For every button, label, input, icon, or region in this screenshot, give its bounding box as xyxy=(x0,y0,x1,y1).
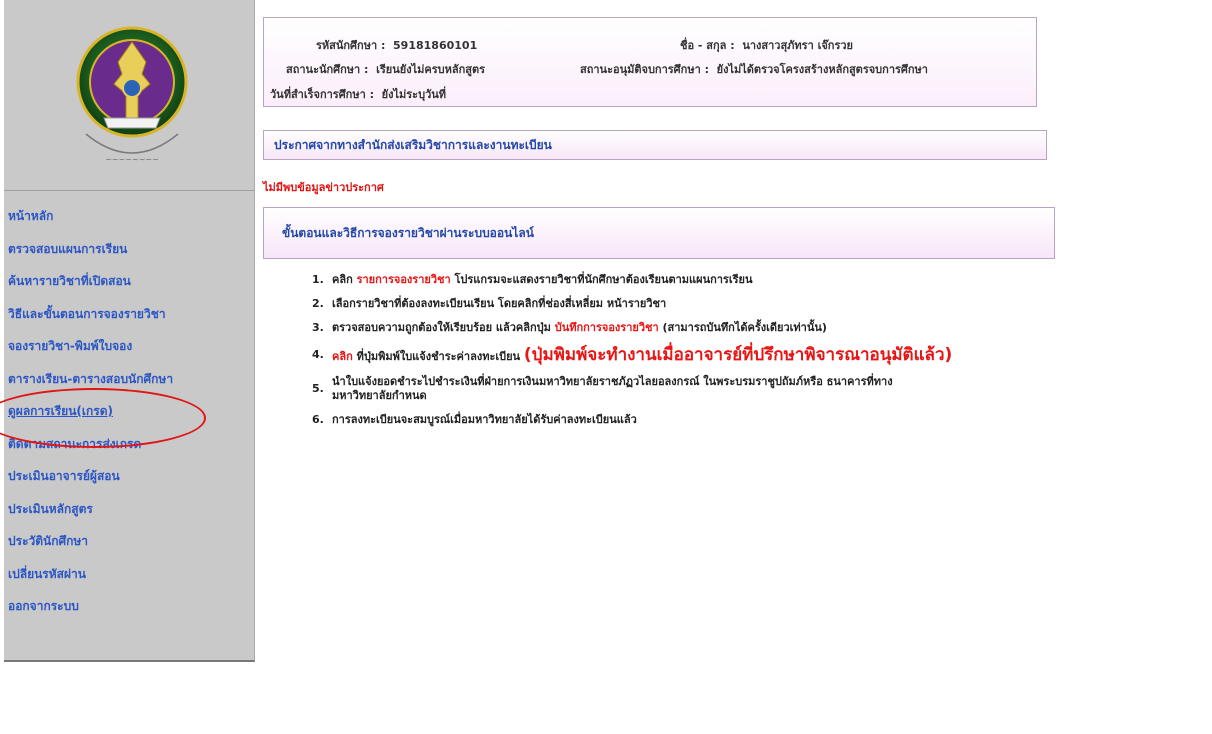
student-status-value: เรียนยังไม่ครบหลักสูตร xyxy=(376,63,486,76)
student-status-label: สถานะนักศึกษา : xyxy=(286,63,369,76)
sidebar-item-label: เปลี่ยนรหัสผ่าน xyxy=(8,566,86,581)
student-info-box: รหัสนักศึกษา : 59181860101 ชื่อ - สกุล :… xyxy=(263,17,1037,107)
step-number: 6. xyxy=(312,413,324,426)
step-item: 5. นำใบแจ้งยอดชำระไปชำระเงินที่ฝ่ายการเง… xyxy=(312,375,1072,403)
step-text: (สามารถบันทึกได้ครั้งเดียวเท่านั้น) xyxy=(658,321,827,334)
sidebar-item-label: ประวัตินักศึกษา xyxy=(8,534,89,548)
step-item: 2. เลือกรายวิชาที่ต้องลงทะเบียนเรียน โดย… xyxy=(312,297,1072,311)
student-name-row: ชื่อ - สกุล : นางสาวสุภัทรา เจ๊กรวย xyxy=(680,36,853,54)
approval-status-value: ยังไม่ได้ตรวจโครงสร้างหลักสูตรจบการศึกษา xyxy=(716,63,928,76)
sidebar-item-label: ค้นหารายวิชาที่เปิดสอน xyxy=(8,274,131,288)
step-text: ตรวจสอบความถูกต้องให้เรียบร้อย แล้วคลิกป… xyxy=(332,321,555,334)
step-item: 4. คลิก ที่ปุ่มพิมพ์ใบแจ้งชำระค่าลงทะเบี… xyxy=(312,345,1072,367)
sidebar-item-curriculum-evaluation[interactable]: ประเมินหลักสูตร xyxy=(4,499,254,532)
university-logo: ~~~~~~~~ xyxy=(76,26,188,164)
sidebar-item-logout[interactable]: ออกจากระบบ xyxy=(4,596,254,629)
step-text: คลิก xyxy=(332,273,357,286)
no-announcement-text: ไม่มีพบข้อมูลข่าวประกาศ xyxy=(263,181,384,194)
student-id-label: รหัสนักศึกษา : xyxy=(316,39,386,52)
print-notice-text: (ปุ่มพิมพ์จะทำงานเมื่ออาจารย์ที่ปรึกษาพิ… xyxy=(523,345,953,365)
step-text: ที่ปุ่มพิมพ์ใบแจ้งชำระค่าลงทะเบียน xyxy=(352,350,524,363)
step-number: 2. xyxy=(312,297,324,310)
student-id-value: 59181860101 xyxy=(393,39,478,52)
sidebar-item-grade-status[interactable]: ติดตามสถานะการส่งเกรด xyxy=(4,434,254,467)
step-item: 3. ตรวจสอบความถูกต้องให้เรียบร้อย แล้วคล… xyxy=(312,321,1072,335)
step-number: 3. xyxy=(312,321,324,334)
step-text: นำใบแจ้งยอดชำระไปชำระเงินที่ฝ่ายการเงินม… xyxy=(332,375,893,388)
click-print-link[interactable]: คลิก xyxy=(332,350,353,363)
sidebar-item-label: ติดตามสถานะการส่งเกรด xyxy=(8,436,142,451)
sidebar-item-change-password[interactable]: เปลี่ยนรหัสผ่าน xyxy=(4,564,254,597)
sidebar-item-grades[interactable]: ดูผลการเรียน(เกรด) xyxy=(4,401,254,434)
approval-status-row: สถานะอนุมัติจบการศึกษา : ยังไม่ได้ตรวจโค… xyxy=(580,60,928,78)
sidebar-item-course-search[interactable]: ค้นหารายวิชาที่เปิดสอน xyxy=(4,271,254,304)
step-text: เลือกรายวิชาที่ต้องลงทะเบียนเรียน โดยคลิ… xyxy=(332,297,667,310)
announcement-title: ประกาศจากทางสำนักส่งเสริมวิชาการและงานทะ… xyxy=(274,138,552,152)
sidebar-item-label: หน้าหลัก xyxy=(8,209,54,223)
approval-status-label: สถานะอนุมัติจบการศึกษา : xyxy=(580,63,709,76)
sidebar-item-student-profile[interactable]: ประวัตินักศึกษา xyxy=(4,531,254,564)
sidebar-item-label: ตรวจสอบแผนการเรียน xyxy=(8,241,128,256)
sidebar-item-timetable[interactable]: ตารางเรียน-ตารางสอบนักศึกษา xyxy=(4,369,254,402)
graduation-date-value: ยังไม่ระบุวันที่ xyxy=(381,88,447,101)
save-booking-link[interactable]: บันทึกการจองรายวิชา xyxy=(555,321,659,334)
svg-text:~~~~~~~~: ~~~~~~~~ xyxy=(105,155,159,164)
student-name-label: ชื่อ - สกุล : xyxy=(680,39,735,52)
student-status-row: สถานะนักศึกษา : เรียนยังไม่ครบหลักสูตร xyxy=(286,60,485,78)
sidebar-item-course-booking[interactable]: จองรายวิชา-พิมพ์ใบจอง xyxy=(4,336,254,369)
step-text: การลงทะเบียนจะสมบูรณ์เมื่อมหาวิทยาลัยได้… xyxy=(332,413,637,426)
step-number: 5. xyxy=(312,382,324,395)
sidebar-item-label: ตารางเรียน-ตารางสอบนักศึกษา xyxy=(8,371,174,386)
booking-list-link[interactable]: รายการจองรายวิชา xyxy=(357,273,451,286)
logo-area: ~~~~~~~~ xyxy=(4,0,254,191)
sidebar: ~~~~~~~~ หน้าหลัก ตรวจสอบแผนการเรียน ค้น… xyxy=(4,0,255,662)
student-name-value: นางสาวสุภัทรา เจ๊กรวย xyxy=(742,39,853,52)
sidebar-item-label: ดูผลการเรียน(เกรด) xyxy=(8,404,113,418)
sidebar-menu: หน้าหลัก ตรวจสอบแผนการเรียน ค้นหารายวิชา… xyxy=(4,206,254,629)
sidebar-item-teacher-evaluation[interactable]: ประเมินอาจารย์ผู้สอน xyxy=(4,466,254,499)
graduation-date-row: วันที่สำเร็จการศึกษา : ยังไม่ระบุวันที่ xyxy=(270,85,446,103)
step-text: มหาวิทยาลัยกำหนด xyxy=(332,389,427,402)
sidebar-item-booking-guide[interactable]: วิธีและขั้นตอนการจองรายวิชา xyxy=(4,304,254,337)
graduation-date-label: วันที่สำเร็จการศึกษา : xyxy=(270,88,374,101)
sidebar-item-label: ประเมินอาจารย์ผู้สอน xyxy=(8,469,120,483)
step-item: 1. คลิก รายการจองรายวิชา โปรแกรมจะแสดงรา… xyxy=(312,273,1072,287)
sidebar-item-label: วิธีและขั้นตอนการจองรายวิชา xyxy=(8,306,166,321)
step-number: 1. xyxy=(312,273,324,286)
step-text: โปรแกรมจะแสดงรายวิชาที่นักศึกษาต้องเรียน… xyxy=(450,273,753,286)
procedure-title: ขั้นตอนและวิธีการจองรายวิชาผ่านระบบออนไล… xyxy=(282,226,534,240)
step-number: 4. xyxy=(312,348,324,361)
sidebar-item-home[interactable]: หน้าหลัก xyxy=(4,206,254,239)
sidebar-item-label: ออกจากระบบ xyxy=(8,599,79,613)
sidebar-item-label: จองรายวิชา-พิมพ์ใบจอง xyxy=(8,339,133,353)
procedure-header: ขั้นตอนและวิธีการจองรายวิชาผ่านระบบออนไล… xyxy=(263,207,1055,259)
procedure-steps: 1. คลิก รายการจองรายวิชา โปรแกรมจะแสดงรา… xyxy=(312,273,1072,427)
sidebar-item-study-plan[interactable]: ตรวจสอบแผนการเรียน xyxy=(4,239,254,272)
announcement-header: ประกาศจากทางสำนักส่งเสริมวิชาการและงานทะ… xyxy=(263,130,1047,160)
sidebar-item-label: ประเมินหลักสูตร xyxy=(8,501,93,516)
step-item: 6. การลงทะเบียนจะสมบูรณ์เมื่อมหาวิทยาลัย… xyxy=(312,413,1072,427)
student-id-row: รหัสนักศึกษา : 59181860101 xyxy=(316,36,477,54)
